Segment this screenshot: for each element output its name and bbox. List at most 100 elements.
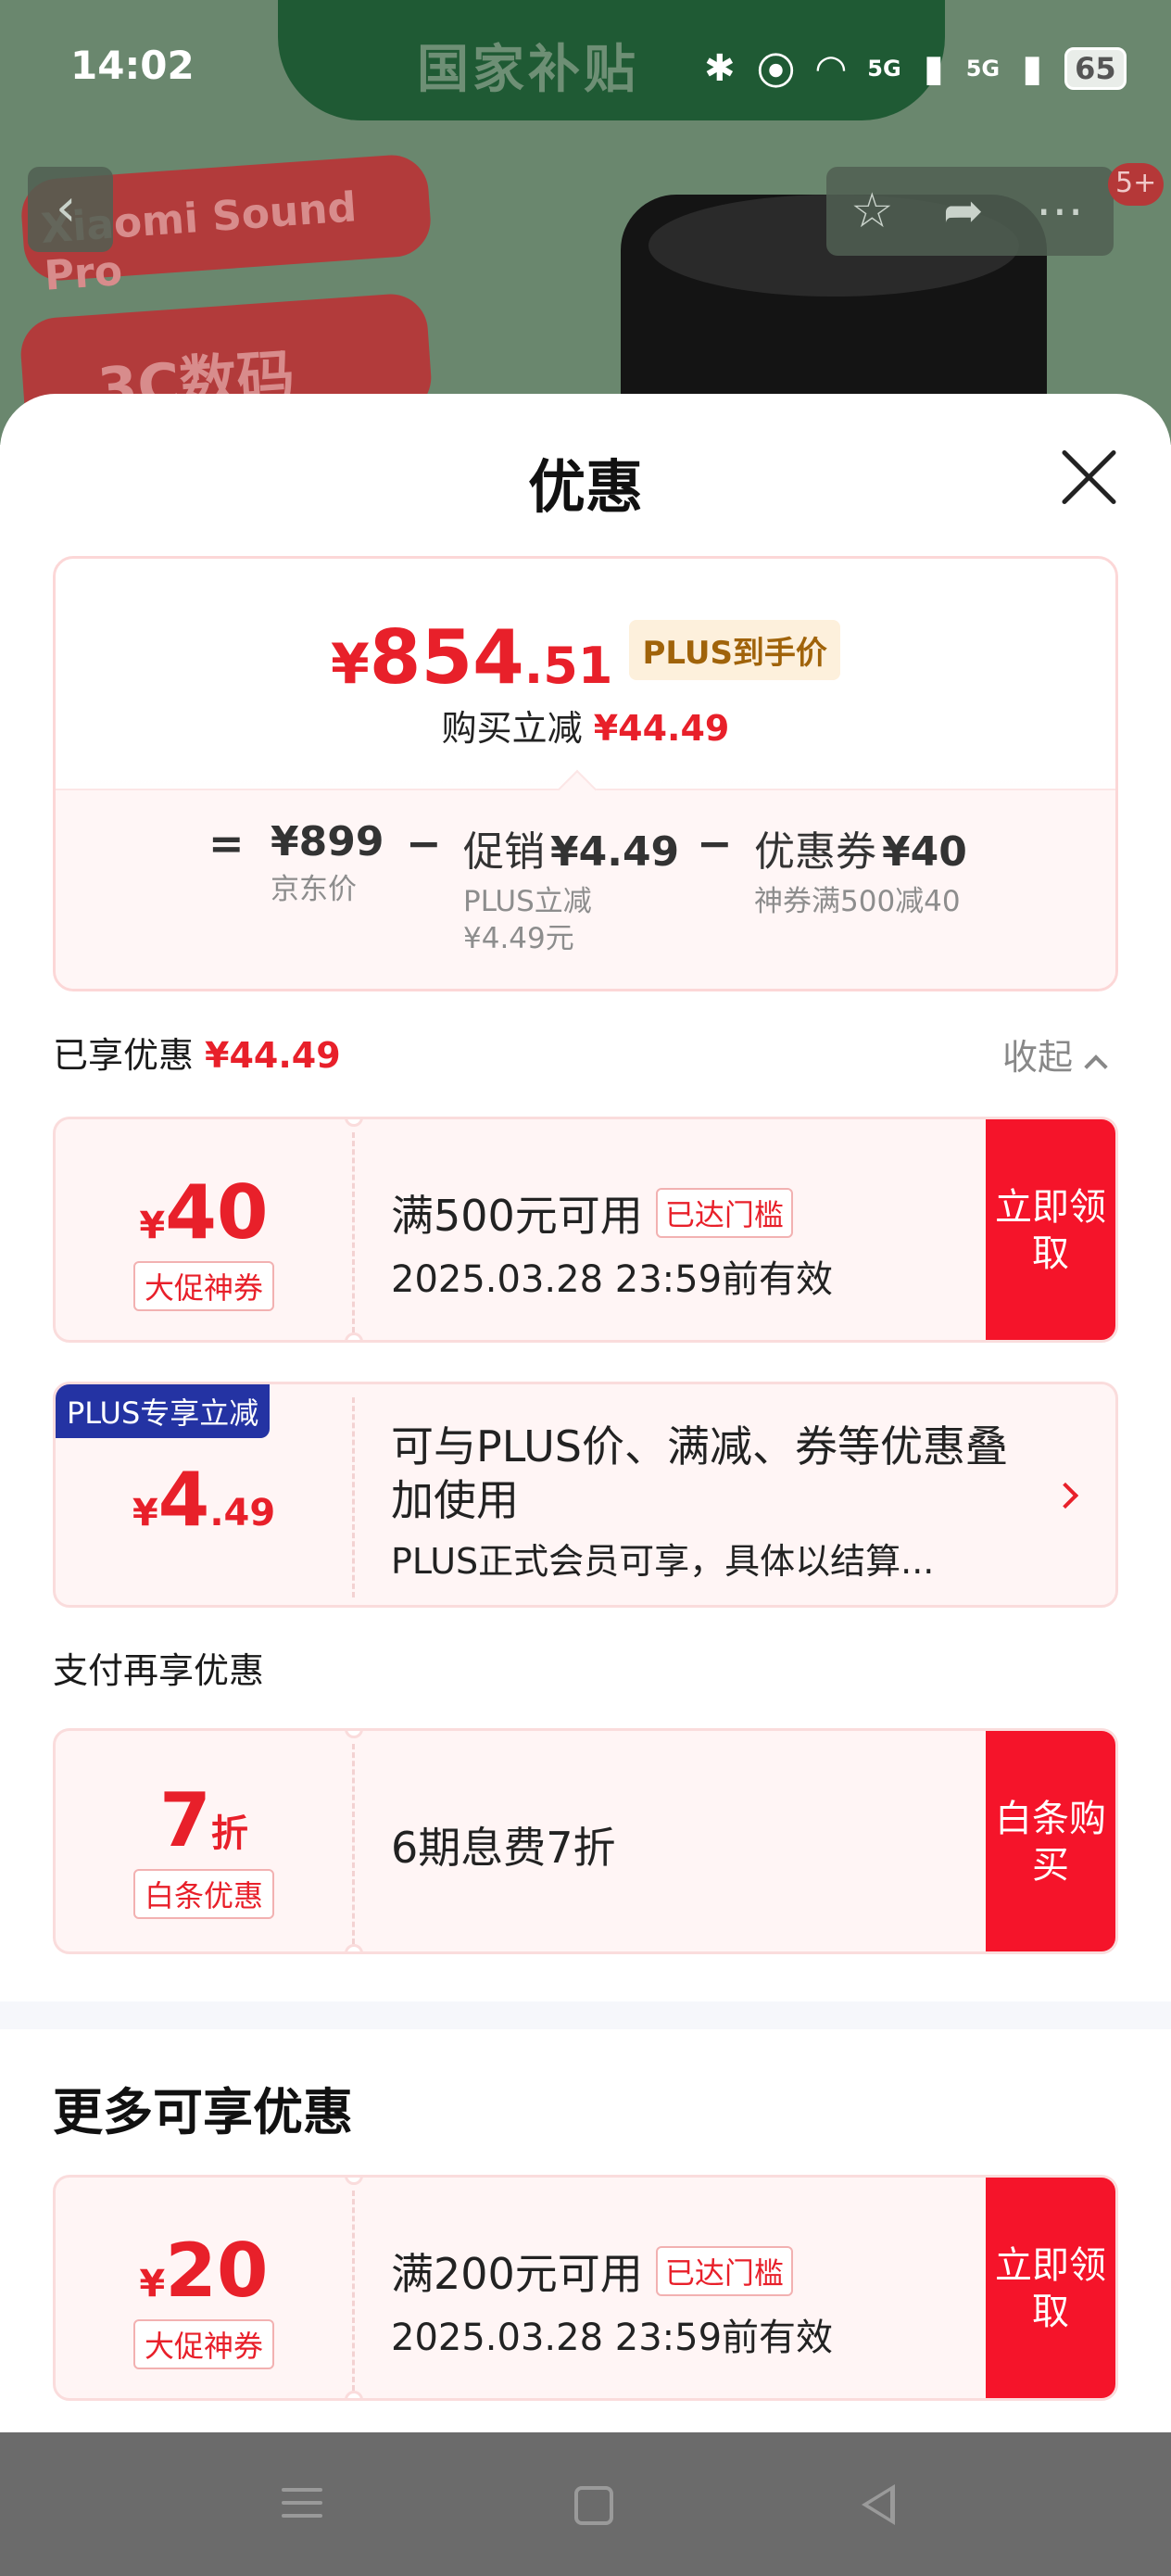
minus-sign-2: − [697, 818, 733, 868]
close-icon[interactable] [1056, 445, 1121, 510]
chevron-right-icon [1051, 1482, 1079, 1509]
coupon-expiry: 2025.03.28 23:59前有效 [391, 2317, 834, 2359]
reduce-value: ¥44.49 [593, 708, 730, 749]
sheet-title: 优惠 [527, 453, 643, 521]
wifi-icon: ◠ [816, 47, 846, 90]
coupon-amount-area: ¥40 大促神券 [56, 1119, 352, 1340]
dashed-divider [352, 2191, 355, 2391]
coupon-currency: ¥ [139, 1205, 166, 1247]
promo-value: ¥4.49 [550, 828, 680, 876]
claim-coupon-button[interactable]: 立即领取 [986, 1119, 1115, 1340]
promo-sub1: PLUS立减 [463, 885, 592, 918]
baitiao-buy-button[interactable]: 白条购买 [986, 1731, 1115, 1951]
more-offers-title: 更多可享优惠 [53, 2083, 353, 2141]
status-icons: ✱ ⦿ ◠ 5G ▮ 5G ▮ 65 [704, 41, 1127, 96]
plus-amount: 4 [157, 1457, 210, 1543]
baitiao-discount: 7 [159, 1777, 211, 1863]
price-card: ¥854.51 PLUS到手价 购买立减 ¥44.49 = ¥899 京东价 − … [53, 556, 1118, 991]
notch [345, 1332, 363, 1340]
enjoyed-label: 已享优惠 [53, 1035, 195, 1076]
promo-sub2: ¥4.49元 [463, 922, 574, 955]
signal-icon-2: ▮ [1022, 47, 1043, 90]
location-icon: ⦿ [757, 51, 795, 94]
signal-label-2: 5G [965, 56, 1001, 82]
dashed-divider [352, 1132, 355, 1332]
discount-sheet: 优惠 ¥854.51 PLUS到手价 购买立减 ¥44.49 = ¥899 京东价… [0, 394, 1171, 2432]
more-icon[interactable]: ⋯ [1036, 183, 1084, 239]
claim-coupon-button[interactable]: 立即领取 [986, 2178, 1115, 2398]
message-badge: 5+ [1108, 163, 1165, 206]
chevron-up-icon [1084, 1054, 1108, 1079]
share-icon[interactable]: ➦ [943, 183, 984, 239]
home-icon[interactable] [574, 2486, 613, 2525]
plus-exclusive-badge: PLUS专享立减 [56, 1384, 271, 1438]
coupon-sub: 神券满500减40 [754, 885, 961, 918]
baitiao-amount-area: 7折 白条优惠 [56, 1731, 352, 1951]
coupon-type-tag: 大促神券 [132, 1261, 274, 1311]
dashed-divider [352, 1744, 355, 1944]
plus-description: 可与PLUS价、满减、券等优惠叠加使用 [391, 1421, 1008, 1525]
coupon-type-tag: 大促神券 [132, 2319, 274, 2369]
plus-note: PLUS正式会员可享，具体以结算... [391, 1541, 935, 1582]
coupon-condition: 满500元可用 [391, 1191, 643, 1241]
section-separator [0, 2001, 1171, 2029]
plus-price-tag: PLUS到手价 [629, 620, 840, 680]
coupon-details: 满500元可用 已达门槛 2025.03.28 23:59前有效 [391, 1182, 1012, 1303]
back-button[interactable]: ‹ [28, 167, 113, 252]
status-time: 14:02 [70, 43, 195, 88]
reduce-label: 购买立减 [441, 708, 583, 749]
coupon-amount: 40 [165, 1169, 269, 1256]
price-breakdown: = ¥899 京东价 − 促销 ¥4.49 PLUS立减 ¥4.49元 − 优惠券… [56, 789, 1115, 989]
collapse-label: 收起 [1002, 1037, 1074, 1078]
coupon-amount-area: ¥20 大促神券 [56, 2178, 352, 2398]
dashed-divider [352, 1397, 355, 1597]
coupon-card-20: ¥20 大促神券 满200元可用 已达门槛 2025.03.28 23:59前有效… [53, 2175, 1118, 2401]
baitiao-unit: 折 [210, 1812, 248, 1855]
notch [345, 2391, 363, 2398]
plus-currency: ¥ [132, 1492, 158, 1534]
threshold-reached-badge: 已达门槛 [655, 1188, 793, 1238]
bluetooth-icon: ✱ [704, 47, 736, 90]
price-decimal: .51 [523, 637, 613, 695]
jd-price-item: ¥899 京东价 [271, 818, 384, 908]
baitiao-card: 7折 白条优惠 6期息费7折 白条购买 [53, 1728, 1118, 1954]
reduce-row: 购买立减 ¥44.49 [56, 700, 1115, 751]
promo-label: 促销 [463, 828, 545, 876]
signal-icon: ▮ [923, 47, 944, 90]
battery-icon: 65 [1064, 47, 1127, 90]
plus-decimal: .49 [209, 1492, 276, 1534]
back-icon: ‹ [56, 178, 77, 238]
coupon-label: 优惠券 [754, 828, 876, 876]
promo-item: 促销 ¥4.49 PLUS立减 ¥4.49元 [463, 818, 679, 957]
coupon-currency: ¥ [139, 2263, 166, 2305]
price-integer: 854 [369, 614, 524, 701]
notch [345, 1944, 363, 1951]
baitiao-details: 6期息费7折 [391, 1814, 1012, 1875]
status-bar: 14:02 ✱ ⦿ ◠ 5G ▮ 5G ▮ 65 [0, 0, 1171, 139]
star-icon[interactable]: ☆ [850, 183, 894, 239]
plus-discount-card[interactable]: ¥4.49 PLUS专享立减 可与PLUS价、满减、券等优惠叠加使用 PLUS正… [53, 1382, 1118, 1608]
coupon-condition: 满200元可用 [391, 2249, 643, 2299]
menu-icon[interactable] [282, 2479, 322, 2527]
baitiao-description: 6期息费7折 [391, 1823, 616, 1873]
coupon-amount: 20 [165, 2228, 269, 2314]
collapse-button[interactable]: 收起 [1002, 1029, 1108, 1080]
coupon-value: ¥40 [882, 828, 967, 876]
back-nav-icon[interactable] [862, 2484, 895, 2525]
threshold-reached-badge: 已达门槛 [655, 2246, 793, 2296]
enjoyed-value: ¥44.49 [205, 1035, 341, 1076]
signal-label-1: 5G [867, 56, 901, 82]
plus-details: 可与PLUS价、满减、券等优惠叠加使用 PLUS正式会员可享，具体以结算... [391, 1420, 1039, 1584]
coupon-item: 优惠券 ¥40 神券满500减40 [754, 818, 967, 920]
jd-price: ¥899 [271, 818, 384, 865]
coupon-card-40: ¥40 大促神券 满500元可用 已达门槛 2025.03.28 23:59前有效… [53, 1117, 1118, 1343]
system-nav-bar [0, 2432, 1171, 2576]
minus-sign: − [406, 818, 442, 868]
enjoyed-header: 已享优惠 ¥44.49 [53, 1027, 341, 1078]
coupon-details: 满200元可用 已达门槛 2025.03.28 23:59前有效 [391, 2241, 1012, 2361]
jd-price-label: 京东价 [271, 873, 357, 906]
coupon-expiry: 2025.03.28 23:59前有效 [391, 1258, 834, 1301]
pay-section-header: 支付再享优惠 [53, 1650, 265, 1691]
price-currency: ¥ [331, 632, 370, 697]
header-actions: ☆ ➦ ⋯ [826, 167, 1114, 256]
